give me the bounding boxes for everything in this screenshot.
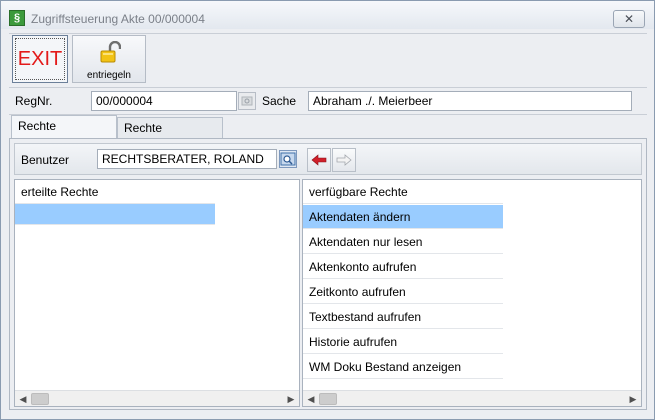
granted-rights-header: erteilte Rechte [15,180,215,204]
right-item[interactable]: Aktendaten nur lesen [303,230,503,254]
app-window: § Zugriffsteuerung Akte 00/000004 ✕ EXIT… [0,0,655,420]
scroll-left-arrow-icon[interactable]: ◀ [303,391,319,407]
right-item[interactable]: Aktenkonto aufrufen [303,255,503,279]
regnr-label: RegNr. [15,94,53,108]
granted-rights-list[interactable]: erteilte Rechte ◀ ▶ [14,179,300,407]
search-icon [280,152,296,166]
available-scroll-thumb[interactable] [319,393,337,405]
right-item[interactable]: Historie aufrufen [303,330,503,354]
app-icon: § [9,10,25,26]
sache-field[interactable]: Abraham ./. Meierbeer [308,91,632,111]
scroll-left-arrow-icon[interactable]: ◀ [15,391,31,407]
user-field[interactable]: RECHTSBERATER, ROLAND [97,149,277,169]
user-label: Benutzer [21,153,70,167]
unlock-button-label: entriegeln [87,70,131,81]
right-item[interactable]: Zeitkonto aufrufen [303,280,503,304]
regnr-lookup-button[interactable] [238,92,256,110]
granted-scroll-thumb[interactable] [31,393,49,405]
tab-rechte-verwalten[interactable]: Rechte verwalten [11,115,117,153]
close-button[interactable]: ✕ [613,10,645,28]
right-item[interactable]: WM Doku Bestand anzeigen [303,355,503,379]
available-hscrollbar[interactable]: ◀ ▶ [303,390,641,406]
move-left-button[interactable] [307,148,331,172]
arrow-left-icon [311,154,327,166]
user-lookup-button[interactable] [279,150,297,168]
regnr-lookup-icon [241,96,253,106]
granted-rights-item[interactable] [15,204,215,225]
available-rights-header: verfügbare Rechte [303,180,503,204]
window-title: Zugriffsteuerung Akte 00/000004 [31,12,205,26]
scroll-right-arrow-icon[interactable]: ▶ [283,391,299,407]
title-bar[interactable]: § Zugriffsteuerung Akte 00/000004 ✕ [1,1,654,29]
unlock-button[interactable]: entriegeln [72,35,146,83]
scroll-right-arrow-icon[interactable]: ▶ [625,391,641,407]
sache-label: Sache [262,94,297,108]
padlock-open-icon [100,41,121,63]
granted-hscrollbar[interactable]: ◀ ▶ [15,390,299,406]
available-rights-list[interactable]: verfügbare Rechte Aktendaten ändern Akte… [302,179,642,407]
exit-button[interactable]: EXIT [12,35,68,83]
record-row: RegNr. 00/000004 Sache Abraham ./. Meier… [9,87,647,115]
right-item[interactable]: Aktendaten ändern [303,205,503,229]
toolbar: EXIT entriegeln [9,33,647,83]
arrow-right-icon [336,154,352,166]
regnr-field[interactable]: 00/000004 [91,91,237,111]
move-right-button[interactable] [332,148,356,172]
right-item[interactable]: Textbestand aufrufen [303,305,503,329]
rights-panel: Benutzer RECHTSBERATER, ROLAND erteilte … [9,138,647,410]
user-row: Benutzer RECHTSBERATER, ROLAND [14,143,642,175]
tab-rechte-uebersicht[interactable]: Rechte Übersicht [117,117,223,155]
